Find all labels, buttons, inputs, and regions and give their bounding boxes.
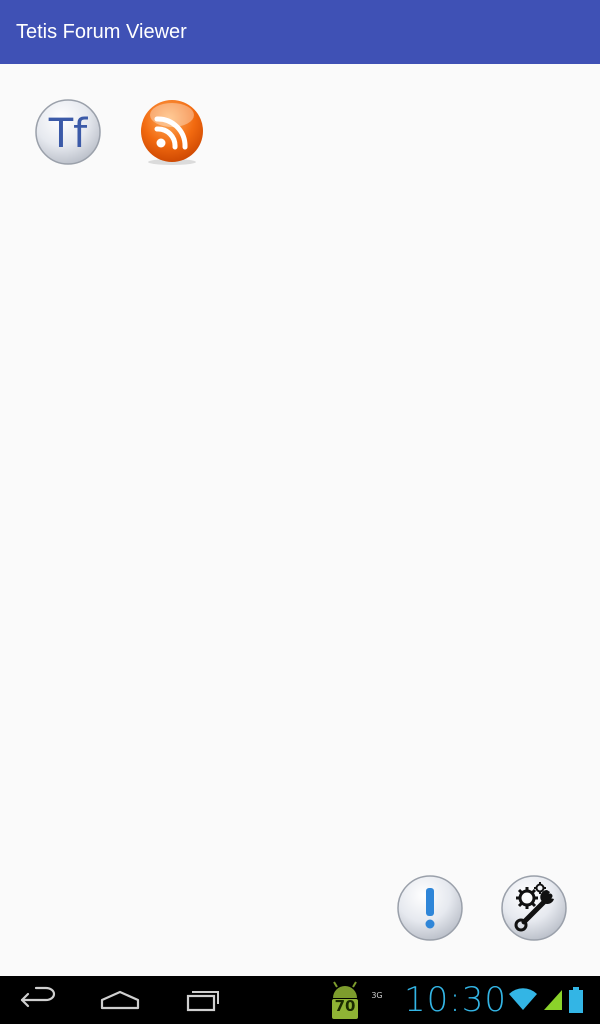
wifi-icon — [509, 988, 537, 1010]
navigation-bar: 70 3G 10:30 — [0, 976, 600, 1024]
status-clock: 10:30 — [404, 980, 507, 1020]
tf-logo-button[interactable]: Tf — [34, 98, 102, 166]
home-icon — [100, 990, 140, 1010]
back-icon — [20, 986, 56, 1008]
info-button[interactable] — [396, 874, 464, 942]
recent-apps-button[interactable] — [170, 982, 230, 1018]
recent-apps-icon — [186, 991, 219, 1012]
notification-count: 70 — [334, 997, 356, 1015]
exclamation-icon — [397, 875, 463, 941]
battery-icon — [569, 987, 583, 1013]
wrench-gear-icon — [501, 875, 567, 941]
settings-button[interactable] — [500, 874, 568, 942]
signal-icon — [544, 990, 562, 1010]
rss-icon — [141, 100, 203, 165]
notification-badge[interactable]: 70 — [328, 980, 362, 1020]
rss-feed-button[interactable] — [138, 98, 206, 166]
main-content — [0, 64, 600, 976]
back-button[interactable] — [10, 982, 70, 1018]
app-title: Tetis Forum Viewer — [16, 21, 187, 43]
tf-logo-icon: Tf — [35, 99, 101, 165]
tf-logo-text: Tf — [48, 111, 88, 157]
home-button[interactable] — [90, 982, 150, 1018]
app-bar: Tetis Forum Viewer — [0, 0, 600, 64]
network-type-label: 3G — [371, 991, 383, 1000]
